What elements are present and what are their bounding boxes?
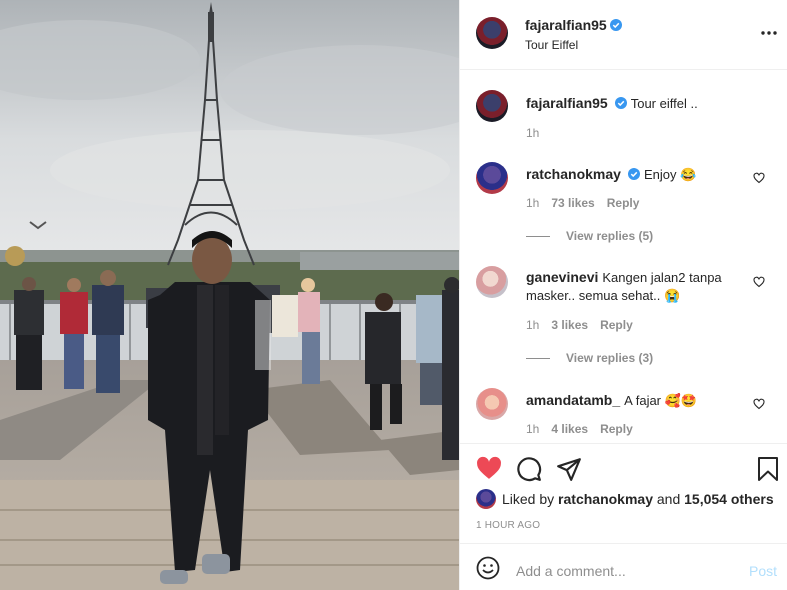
liked-by-user[interactable]: ratchanokmay bbox=[558, 491, 653, 507]
like-comment-heart-icon[interactable] bbox=[753, 398, 765, 410]
more-horizontal-icon[interactable] bbox=[761, 28, 777, 38]
post-location[interactable]: Tour Eiffel bbox=[525, 38, 622, 52]
liked-by-and: and bbox=[656, 491, 681, 507]
share-paper-plane-icon[interactable] bbox=[556, 456, 582, 482]
comment-time: 1h bbox=[526, 422, 540, 436]
like-comment-heart-icon[interactable] bbox=[753, 172, 765, 184]
commenter-username[interactable]: amandatamb_ bbox=[526, 392, 620, 408]
comment-time: 1h bbox=[526, 318, 540, 332]
liked-by-row: Liked by ratchanokmay and 15,054 others bbox=[476, 489, 774, 509]
comment-text: A fajar 🥰🤩 bbox=[624, 393, 697, 408]
like-heart-icon[interactable] bbox=[476, 456, 502, 480]
comment-text: Enjoy 😂 bbox=[643, 167, 697, 182]
comment-item: ganevinevi Kangen jalan2 tanpa masker.. s… bbox=[460, 266, 787, 366]
post-header: fajaralfian95 Tour Eiffel bbox=[460, 0, 787, 70]
post-side-panel: fajaralfian95 Tour Eiffel fajaralfian95 T… bbox=[459, 0, 787, 590]
emoji-smiley-icon[interactable] bbox=[476, 556, 500, 580]
liked-by-prefix: Liked by bbox=[502, 491, 555, 507]
commenter-avatar[interactable] bbox=[476, 266, 508, 298]
caption-time: 1h bbox=[526, 126, 540, 140]
comment-bubble-icon[interactable] bbox=[516, 456, 542, 482]
caption-text: Tour eiffel .. bbox=[630, 96, 698, 111]
author-avatar[interactable] bbox=[476, 17, 508, 49]
commenter-avatar[interactable] bbox=[476, 388, 508, 420]
like-comment-heart-icon[interactable] bbox=[753, 276, 765, 288]
comment-time: 1h bbox=[526, 196, 540, 210]
comment-input[interactable]: Add a comment... bbox=[516, 563, 626, 579]
author-username[interactable]: fajaralfian95 bbox=[525, 17, 607, 33]
add-comment-bar: Add a comment... Post bbox=[460, 543, 787, 590]
post-actions: Liked by ratchanokmay and 15,054 others … bbox=[460, 443, 787, 543]
liked-by-avatar[interactable] bbox=[476, 489, 496, 509]
verified-badge-icon bbox=[627, 168, 640, 180]
post-timestamp[interactable]: 1 HOUR AGO bbox=[476, 520, 540, 531]
verified-badge-icon bbox=[614, 97, 627, 109]
eiffel-tower-photo bbox=[0, 0, 459, 590]
post-photo[interactable] bbox=[0, 0, 459, 590]
view-replies-button[interactable]: View replies (5) bbox=[526, 229, 653, 243]
view-replies-button[interactable]: View replies (3) bbox=[526, 351, 653, 365]
reply-button[interactable]: Reply bbox=[607, 196, 640, 210]
liked-by-others[interactable]: 15,054 others bbox=[684, 491, 774, 507]
save-bookmark-icon[interactable] bbox=[757, 456, 779, 482]
post-comment-button[interactable]: Post bbox=[749, 563, 777, 579]
caption-username[interactable]: fajaralfian95 bbox=[526, 95, 608, 111]
verified-badge-icon bbox=[609, 19, 622, 31]
reply-button[interactable]: Reply bbox=[600, 422, 633, 436]
reply-button[interactable]: Reply bbox=[600, 318, 633, 332]
comment-item: ratchanokmay Enjoy 😂 1h 73 likes Reply View… bbox=[460, 162, 787, 252]
caption: fajaralfian95 Tour eiffel .. 1h bbox=[460, 90, 787, 150]
commenter-username[interactable]: ganevinevi bbox=[526, 269, 598, 285]
comment-item: amandatamb_ A fajar 🥰🤩 1h 4 likes Reply bbox=[460, 388, 787, 440]
commenter-username[interactable]: ratchanokmay bbox=[526, 166, 621, 182]
comment-likes[interactable]: 3 likes bbox=[551, 318, 588, 332]
comment-likes[interactable]: 73 likes bbox=[551, 196, 594, 210]
caption-avatar[interactable] bbox=[476, 90, 508, 122]
commenter-avatar[interactable] bbox=[476, 162, 508, 194]
comment-likes[interactable]: 4 likes bbox=[551, 422, 588, 436]
